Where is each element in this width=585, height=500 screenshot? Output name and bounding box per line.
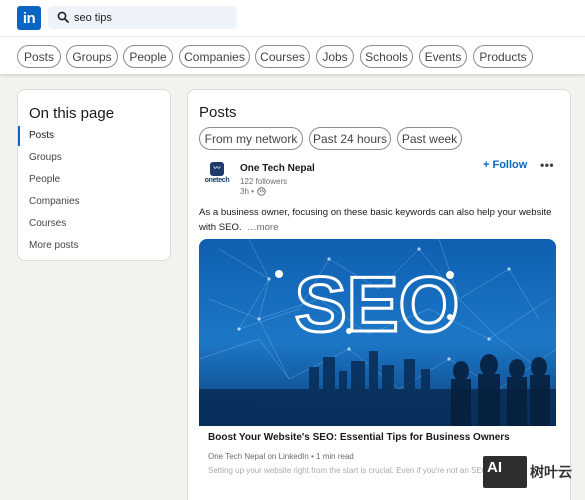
post-timestamp-row: 3h • — [240, 187, 266, 196]
filter-jobs[interactable]: Jobs — [316, 45, 354, 68]
article-image-text: SEO — [295, 260, 460, 348]
filter-courses[interactable]: Courses — [255, 45, 310, 68]
watermark-badge: AI — [483, 456, 527, 488]
filter-events[interactable]: Events — [419, 45, 467, 68]
article-snippet: Setting up your website right from the s… — [208, 466, 488, 475]
filter-schools[interactable]: Schools — [360, 45, 413, 68]
post-timestamp: 3h • — [240, 187, 254, 196]
filter-products[interactable]: Products — [473, 45, 533, 68]
more-options-icon[interactable]: ••• — [540, 158, 554, 172]
filter-past-week[interactable]: Past week — [397, 127, 462, 150]
company-logo-text: onetech — [204, 177, 230, 184]
company-logo-mark-icon: 〰 — [210, 162, 224, 176]
post-author-name[interactable]: One Tech Nepal — [240, 163, 315, 174]
globe-icon — [257, 187, 266, 196]
filter-groups[interactable]: Groups — [66, 45, 118, 68]
follow-button[interactable]: + Follow — [483, 159, 527, 171]
on-this-page-card: On this page Posts Groups People Compani… — [17, 89, 171, 261]
search-input[interactable] — [74, 6, 234, 29]
search-icon — [57, 11, 69, 23]
filter-from-my-network[interactable]: From my network — [199, 127, 303, 150]
post-author-followers: 122 followers — [240, 177, 288, 186]
article-source: One Tech Nepal on LinkedIn • 1 min read — [208, 452, 354, 461]
top-navigation-bar: in — [0, 0, 585, 36]
sidebar-item-more-posts[interactable]: More posts — [18, 236, 168, 256]
sidebar-item-companies[interactable]: Companies — [18, 192, 168, 212]
search-bar[interactable] — [48, 6, 237, 29]
sidebar-item-posts[interactable]: Posts — [18, 126, 168, 146]
post-body: As a business owner, focusing on these b… — [199, 205, 559, 235]
company-logo[interactable]: 〰 onetech — [203, 162, 231, 190]
watermark-text: 树叶云 — [530, 465, 572, 481]
posts-heading: Posts — [199, 104, 237, 121]
see-more-link[interactable]: …more — [247, 222, 278, 233]
filter-posts[interactable]: Posts — [17, 45, 61, 68]
watermark: AI 树叶云 — [483, 456, 581, 488]
article-preview[interactable]: SEO Boost Your Website's SEO: Essential … — [199, 239, 556, 484]
on-this-page-title: On this page — [29, 105, 115, 122]
filter-past-24-hours[interactable]: Past 24 hours — [309, 127, 391, 150]
linkedin-logo-icon[interactable]: in — [17, 6, 41, 30]
article-title[interactable]: Boost Your Website's SEO: Essential Tips… — [208, 432, 510, 443]
posts-results-card: Posts From my network Past 24 hours Past… — [187, 89, 571, 500]
search-filter-bar: Posts Groups People Companies Courses Jo… — [0, 36, 585, 74]
sidebar-item-people[interactable]: People — [18, 170, 168, 190]
article-image: SEO — [199, 239, 556, 426]
sidebar-item-courses[interactable]: Courses — [18, 214, 168, 234]
sidebar-item-groups[interactable]: Groups — [18, 148, 168, 168]
filter-people[interactable]: People — [123, 45, 173, 68]
filter-companies[interactable]: Companies — [179, 45, 250, 68]
